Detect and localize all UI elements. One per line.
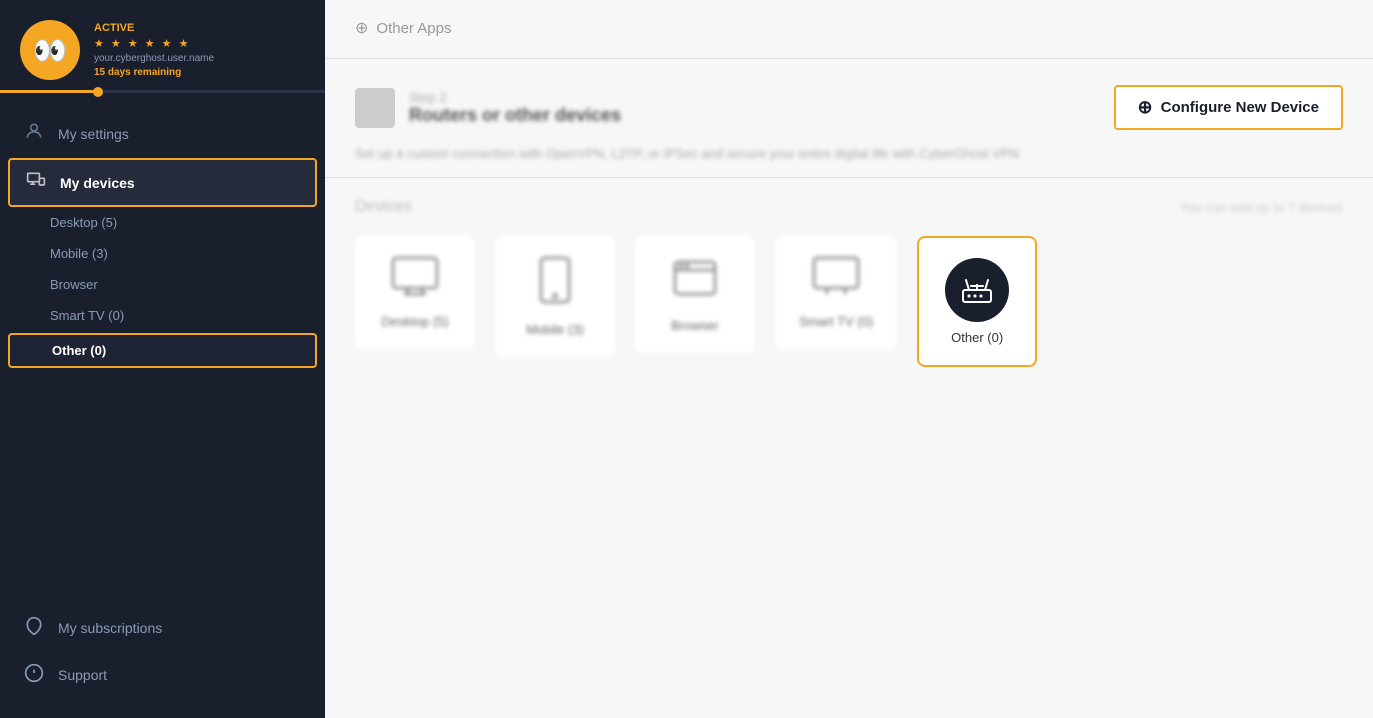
device-card-desktop[interactable]: Desktop (5): [355, 236, 475, 349]
section-title-text: Step 2 Routers or other devices: [409, 90, 621, 126]
other-apps-link[interactable]: ⊕ Other Apps: [325, 0, 1373, 48]
progress-bar-container: [0, 90, 325, 93]
logo-icon: 👀: [33, 34, 68, 67]
sidebar-header: 👀 Active ★ ★ ★ ★ ★ ★ your.cyberghost.use…: [0, 0, 325, 90]
section-icon: [355, 88, 395, 128]
section-description: Set up a custom connection with OpenVPN,…: [325, 146, 1373, 177]
device-card-mobile[interactable]: Mobile (3): [495, 236, 615, 357]
user-stars: ★ ★ ★ ★ ★ ★: [94, 37, 214, 50]
divider-2: [325, 177, 1373, 178]
device-card-other[interactable]: Other (0): [917, 236, 1037, 367]
smart-tv-icon: [812, 256, 860, 306]
main-content: ⊕ Other Apps Step 2 Routers or other dev…: [325, 0, 1373, 718]
device-label-desktop: Desktop (5): [381, 314, 448, 329]
sidebar: 👀 Active ★ ★ ★ ★ ★ ★ your.cyberghost.use…: [0, 0, 325, 718]
logo: 👀: [20, 20, 80, 80]
my-settings-icon: [24, 121, 44, 146]
section-title: Routers or other devices: [409, 105, 621, 126]
sidebar-item-label-settings: My settings: [58, 126, 129, 142]
desktop-icon: [391, 256, 439, 306]
sidebar-item-label-devices: My devices: [60, 175, 135, 191]
configure-btn-icon: ⊕: [1138, 97, 1153, 118]
section-header: Step 2 Routers or other devices ⊕ Config…: [325, 69, 1373, 146]
sidebar-item-my-settings[interactable]: My settings: [0, 109, 325, 158]
sidebar-subitem-browser[interactable]: Browser: [0, 269, 325, 300]
user-info: Active ★ ★ ★ ★ ★ ★ your.cyberghost.user.…: [94, 22, 214, 78]
sidebar-item-subscriptions[interactable]: My subscriptions: [0, 604, 325, 651]
sidebar-bottom: My subscriptions Support: [0, 594, 325, 718]
sidebar-item-support[interactable]: Support: [0, 651, 325, 698]
devices-header: Devices You can add up to 7 devices: [355, 198, 1343, 216]
sidebar-item-label-support: Support: [58, 667, 107, 683]
devices-title: Devices: [355, 198, 412, 216]
sidebar-item-my-devices[interactable]: My devices: [8, 158, 317, 207]
user-trial: 15 days remaining: [94, 67, 214, 78]
other-apps-icon: ⊕: [355, 18, 368, 38]
sidebar-item-label-subscriptions: My subscriptions: [58, 620, 162, 636]
other-apps-label: Other Apps: [376, 20, 451, 37]
my-devices-icon: [26, 170, 46, 195]
router-icon: [945, 258, 1009, 322]
device-label-mobile: Mobile (3): [526, 322, 584, 337]
device-subitems: Desktop (5) Mobile (3) Browser Smart TV …: [0, 207, 325, 368]
sidebar-subitem-smart-tv[interactable]: Smart TV (0): [0, 300, 325, 331]
user-status: Active: [94, 22, 214, 34]
devices-grid: Desktop (5) Mobile (3): [355, 236, 1343, 367]
subscriptions-icon: [24, 616, 44, 639]
configure-btn-label: Configure New Device: [1161, 99, 1319, 116]
sidebar-subitem-other[interactable]: Other (0): [8, 333, 317, 368]
device-label-other: Other (0): [951, 330, 1003, 345]
device-card-browser[interactable]: Browser: [635, 236, 755, 353]
devices-limit: You can add up to 7 devices: [1180, 200, 1343, 215]
user-name: your.cyberghost.user.name: [94, 53, 214, 64]
section-title-block: Step 2 Routers or other devices: [355, 88, 621, 128]
support-icon: [24, 663, 44, 686]
mobile-icon: [539, 256, 571, 314]
browser-icon: [673, 256, 717, 310]
divider-1: [325, 58, 1373, 59]
sidebar-subitem-mobile[interactable]: Mobile (3): [0, 238, 325, 269]
sidebar-subitem-desktop[interactable]: Desktop (5): [0, 207, 325, 238]
progress-dot: [93, 87, 103, 97]
device-card-smart-tv[interactable]: Smart TV (0): [775, 236, 897, 349]
device-label-smart-tv: Smart TV (0): [799, 314, 873, 329]
devices-section: Devices You can add up to 7 devices Desk…: [325, 198, 1373, 367]
section-label: Step 2: [409, 90, 621, 105]
configure-new-device-button[interactable]: ⊕ Configure New Device: [1114, 85, 1343, 130]
device-label-browser: Browser: [671, 318, 719, 333]
progress-bar: [0, 90, 98, 93]
sidebar-nav: My settings My devices Desktop (5) Mobil…: [0, 99, 325, 380]
